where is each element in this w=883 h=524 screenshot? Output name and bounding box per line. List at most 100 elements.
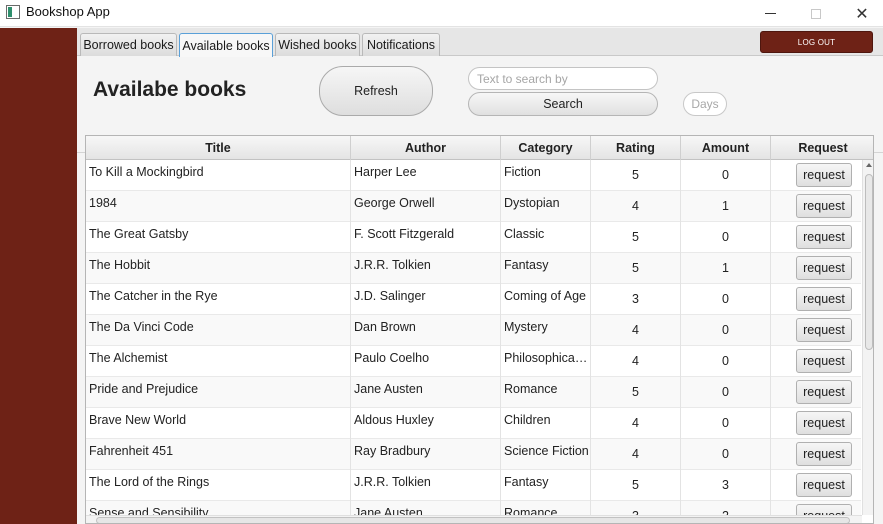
cell-amount: 0 (681, 222, 771, 253)
cell-author: Harper Lee (351, 160, 501, 191)
title-bar: Bookshop App ✕ (0, 0, 883, 27)
table-row[interactable]: The Hobbit J.R.R. Tolkien Fantasy 5 1 request (86, 253, 861, 284)
close-icon: ✕ (855, 5, 869, 23)
window-title: Bookshop App (26, 4, 110, 19)
maximize-icon (811, 8, 821, 19)
column-header-rating[interactable]: Rating (591, 136, 681, 160)
cell-author: Paulo Coelho (351, 346, 501, 377)
table-row[interactable]: Sense and SensibilityJane AustenRomance3… (86, 501, 861, 515)
table-row[interactable]: The Da Vinci Code Dan Brown Mystery 4 0 reque… (86, 315, 861, 346)
cell-amount: 2 (681, 501, 771, 515)
cell-amount: 0 (681, 408, 771, 439)
tab-wished-books[interactable]: Wished books (275, 33, 360, 56)
horizontal-scrollbar[interactable] (86, 515, 862, 523)
column-header-request[interactable]: Request (771, 136, 873, 160)
cell-author: J.R.R. Tolkien (351, 253, 501, 284)
cell-author: J.R.R. Tolkien (351, 470, 501, 501)
cell-category: Dystopian (501, 191, 591, 222)
table-row[interactable]: Fahrenheit 451 Ray Bradbury Science Fictio… (86, 439, 861, 470)
cell-rating: 4 (591, 315, 681, 346)
cell-category: Romance (501, 377, 591, 408)
cell-category: Coming of Age (501, 284, 591, 315)
table-body: To Kill a Mockingbird Harper Lee Fiction 5 0… (86, 160, 861, 515)
cell-title: To Kill a Mockingbird (86, 160, 351, 191)
cell-author: Ray Bradbury (351, 439, 501, 470)
tab-borrowed-books[interactable]: Borrowed books (80, 33, 177, 56)
column-header-title[interactable]: Title (86, 136, 351, 160)
page-title: Availabe books (93, 78, 247, 101)
cell-title: Fahrenheit 451 (86, 439, 351, 470)
cell-title: Pride and Prejudice (86, 377, 351, 408)
request-button[interactable]: request (796, 225, 852, 249)
refresh-button[interactable]: Refresh (319, 66, 433, 116)
days-input[interactable]: Days (683, 92, 727, 116)
cell-title: The Da Vinci Code (86, 315, 351, 346)
request-button[interactable]: request (796, 163, 852, 187)
request-button[interactable]: request (796, 349, 852, 373)
request-button[interactable]: request (796, 442, 852, 466)
request-button[interactable]: request (796, 411, 852, 435)
request-button[interactable]: request (796, 504, 852, 515)
table-row[interactable]: Pride and Prejudice Jane Austen Romance 5 0 r… (86, 377, 861, 408)
cell-author: F. Scott Fitzgerald (351, 222, 501, 253)
scroll-up-arrow-icon[interactable] (866, 163, 872, 167)
cell-rating: 5 (591, 377, 681, 408)
minimize-button[interactable] (747, 0, 793, 27)
cell-rating: 4 (591, 346, 681, 377)
column-header-amount[interactable]: Amount (681, 136, 771, 160)
cell-title: The Hobbit (86, 253, 351, 284)
cell-amount: 0 (681, 160, 771, 191)
logout-button[interactable]: LOG OUT (760, 31, 873, 53)
table-row[interactable]: The Lord of the Rings J.R.R. Tolkien Fanta… (86, 470, 861, 501)
tab-bar: Borrowed books Available books Wished bo… (77, 28, 883, 57)
cell-title: The Great Gatsby (86, 222, 351, 253)
request-button[interactable]: request (796, 473, 852, 497)
request-button[interactable]: request (796, 194, 852, 218)
cell-category: Fantasy (501, 470, 591, 501)
cell-amount: 0 (681, 439, 771, 470)
vertical-scroll-thumb[interactable] (865, 174, 873, 350)
column-header-category[interactable]: Category (501, 136, 591, 160)
tab-notifications[interactable]: Notifications (362, 33, 440, 56)
table-row[interactable]: To Kill a Mockingbird Harper Lee Fiction 5 0… (86, 160, 861, 191)
cell-rating: 5 (591, 470, 681, 501)
table-row[interactable]: Brave New World Aldous Huxley Children 4 0 re… (86, 408, 861, 439)
cell-rating: 4 (591, 191, 681, 222)
cell-category: Science Fiction (501, 439, 591, 470)
cell-category: Romance (501, 501, 591, 515)
vertical-scrollbar[interactable] (862, 160, 873, 515)
cell-category: Classic (501, 222, 591, 253)
cell-category: Fiction (501, 160, 591, 191)
request-button[interactable]: request (796, 287, 852, 311)
cell-rating: 4 (591, 439, 681, 470)
horizontal-scroll-thumb[interactable] (96, 517, 850, 523)
table-row[interactable]: The Great Gatsby F. Scott Fitzgerald Class… (86, 222, 861, 253)
search-button[interactable]: Search (468, 92, 658, 116)
tab-available-books[interactable]: Available books (179, 33, 273, 57)
search-input[interactable]: Text to search by (468, 67, 658, 90)
books-table: Title Author Category Rating Amount Requ… (85, 135, 874, 524)
cell-author: George Orwell (351, 191, 501, 222)
cell-rating: 4 (591, 408, 681, 439)
cell-title: The Lord of the Rings (86, 470, 351, 501)
table-row[interactable]: The Alchemist Paulo Coelho Philosophical .… (86, 346, 861, 377)
cell-category: Children (501, 408, 591, 439)
cell-amount: 1 (681, 253, 771, 284)
cell-category: Mystery (501, 315, 591, 346)
table-row[interactable]: The Catcher in the Rye J.D. Salinger Comin… (86, 284, 861, 315)
close-button[interactable]: ✕ (839, 0, 883, 27)
request-button[interactable]: request (796, 318, 852, 342)
table-row[interactable]: 1984 George Orwell Dystopian 4 1 request (86, 191, 861, 222)
column-header-author[interactable]: Author (351, 136, 501, 160)
cell-author: Jane Austen (351, 377, 501, 408)
cell-amount: 0 (681, 377, 771, 408)
main-panel: Borrowed books Available books Wished bo… (77, 28, 883, 524)
table-header: Title Author Category Rating Amount Requ… (86, 136, 873, 160)
request-button[interactable]: request (796, 256, 852, 280)
cell-category: Philosophical ... (501, 346, 591, 377)
cell-title: Brave New World (86, 408, 351, 439)
request-button[interactable]: request (796, 380, 852, 404)
cell-rating: 5 (591, 160, 681, 191)
sidebar (0, 28, 77, 524)
maximize-button[interactable] (793, 0, 839, 27)
